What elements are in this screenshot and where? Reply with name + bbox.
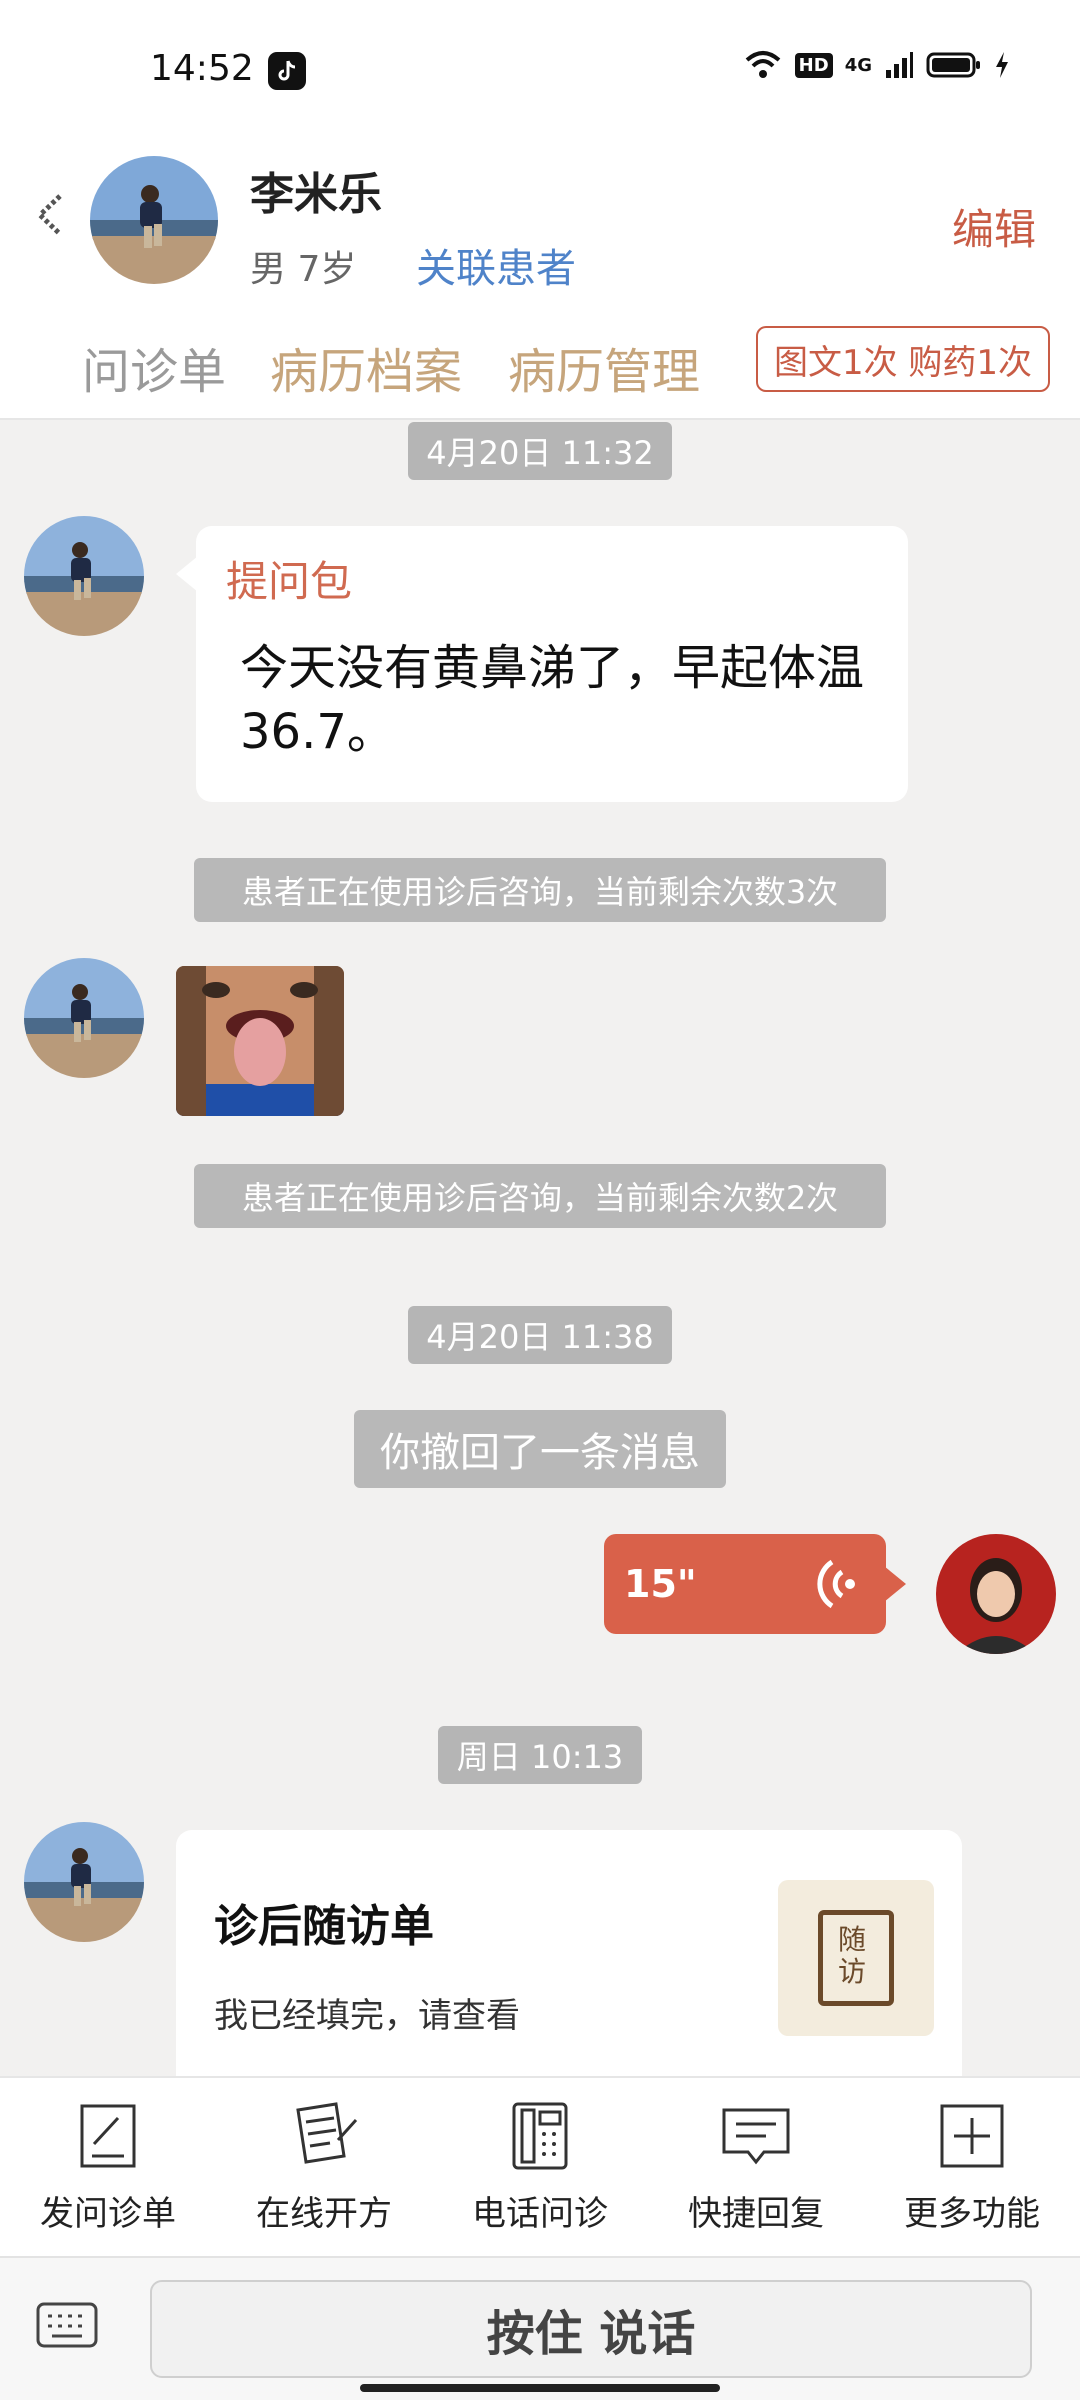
phone-icon <box>512 2102 568 2170</box>
system-notice: 患者正在使用诊后咨询，当前剩余次数2次 <box>194 1164 886 1228</box>
question-pack-text: 今天没有黄鼻涕了，早起体温36.7。 <box>240 640 865 760</box>
tab-record-management[interactable]: 病历管理 <box>508 332 700 402</box>
home-indicator[interactable] <box>360 2384 720 2392</box>
tongue-photo[interactable] <box>176 966 344 1116</box>
system-notice: 患者正在使用诊后咨询，当前剩余次数3次 <box>194 858 886 922</box>
chat-timestamp: 周日 10:13 <box>438 1726 642 1784</box>
followup-icon-text: 随访 <box>837 1923 866 1988</box>
network-badge: 4G <box>844 54 872 76</box>
quick-reply-button[interactable]: 快捷回复 <box>648 2100 864 2235</box>
tool-label: 更多功能 <box>904 2194 1040 2234</box>
bubble-tail <box>176 556 198 592</box>
battery-icon <box>926 52 980 78</box>
patient-avatar-small[interactable] <box>24 958 144 1078</box>
patient-avatar-small[interactable] <box>24 1822 144 1942</box>
send-inquiry-form-button[interactable]: 发问诊单 <box>0 2100 216 2235</box>
phone-consult-button[interactable]: 电话问诊 <box>432 2100 648 2235</box>
followup-card-subtitle: 我已经填完，请查看 <box>214 1996 520 2036</box>
bubble-tail <box>884 1566 906 1602</box>
followup-form-icon: 随访 <box>778 1880 934 2036</box>
signal-icon <box>886 52 913 78</box>
edit-button[interactable]: 编辑 <box>952 196 1036 257</box>
hd-badge: HD <box>794 52 833 78</box>
tool-label: 发问诊单 <box>40 2194 176 2234</box>
tab-medical-records[interactable]: 病历档案 <box>270 332 462 402</box>
tool-label: 在线开方 <box>256 2194 392 2234</box>
related-patient-link[interactable]: 关联患者 <box>416 236 576 294</box>
status-time: 14:52 <box>150 48 254 89</box>
question-pack-title: 提问包 <box>226 557 353 606</box>
followup-card-title: 诊后随访单 <box>214 1901 434 1952</box>
keyboard-icon[interactable] <box>36 2300 98 2350</box>
patient-gender-age: 男 7岁 <box>250 249 357 290</box>
patient-name: 李米乐 <box>250 169 382 220</box>
tiktok-icon <box>268 52 306 90</box>
tool-label: 电话问诊 <box>472 2194 608 2234</box>
prescription-icon <box>296 2102 358 2164</box>
wifi-icon <box>745 51 780 78</box>
quick-reply-icon <box>722 2108 790 2165</box>
back-icon[interactable] <box>32 190 72 240</box>
online-prescription-button[interactable]: 在线开方 <box>216 2100 432 2235</box>
form-pen-icon <box>80 2104 136 2168</box>
voice-wave-icon <box>806 1554 866 1614</box>
patient-avatar-small[interactable] <box>24 516 144 636</box>
more-functions-button[interactable]: 更多功能 <box>864 2100 1080 2235</box>
doctor-avatar[interactable] <box>936 1534 1056 1654</box>
recalled-notice: 你撤回了一条消息 <box>354 1410 726 1488</box>
chat-timestamp: 4月20日 11:32 <box>408 422 672 480</box>
voice-duration: 15" <box>624 1562 697 1606</box>
charging-icon <box>996 52 1008 78</box>
chat-timestamp: 4月20日 11:38 <box>408 1306 672 1364</box>
tab-inquiry-form[interactable]: 问诊单 <box>82 332 226 402</box>
status-icons: HD 4G <box>743 50 1010 80</box>
hold-to-talk-button[interactable]: 按住 说话 <box>150 2280 1032 2378</box>
tool-label: 快捷回复 <box>688 2194 824 2234</box>
service-quota-badge[interactable]: 图文1次 购药1次 <box>756 326 1050 392</box>
plus-icon <box>940 2104 1004 2168</box>
patient-avatar[interactable] <box>90 156 218 284</box>
